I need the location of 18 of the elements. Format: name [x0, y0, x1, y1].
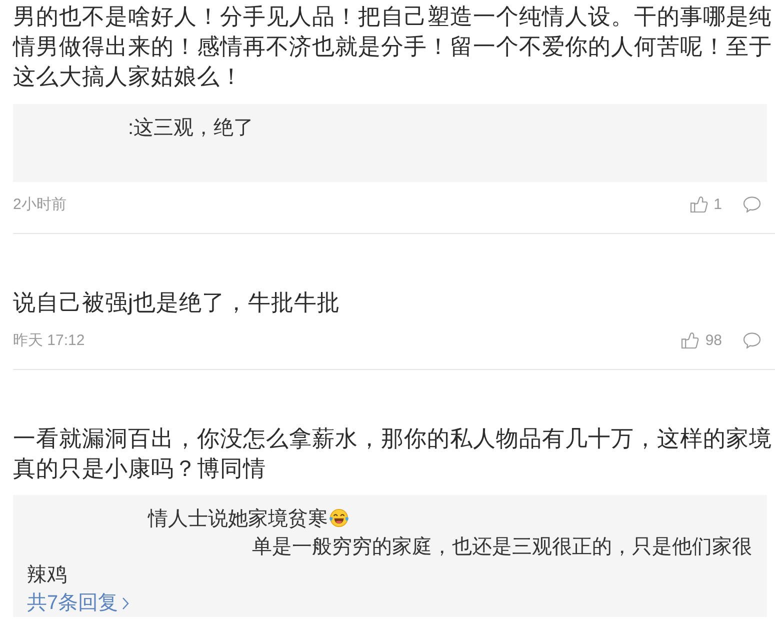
comment-time: 2小时前	[13, 194, 66, 214]
comment-text: 男的也不是啥好人！分手见人品！把自己塑造一个纯情人设。干的事哪是纯情男做得出来的！感情再不济也就是分手！留一个不爱你的人何苦呢！至于这么大搞人家姑娘么！	[13, 3, 773, 91]
thumbs-up-icon	[690, 196, 708, 212]
reply-text: :这三观，绝了	[128, 117, 254, 139]
comment-text: 一看就漏洞百出，你没怎么拿薪水，那你的私人物品有几十万，这样的家境真的只是小康吗？博同情	[13, 425, 773, 483]
chevron-right-icon	[122, 596, 130, 610]
thumbs-up-icon	[681, 332, 700, 348]
like-button[interactable]: 98	[681, 332, 722, 348]
reply-text: 情人士说她家境贫寒	[148, 508, 328, 530]
comment-button[interactable]	[743, 196, 761, 212]
more-replies-link[interactable]: 共7条回复	[27, 589, 130, 617]
like-button[interactable]: 1	[690, 196, 722, 212]
reply-text: 单是一般穷穷的家庭，也还是三观很正的，只是他们家很辣鸡	[27, 536, 752, 586]
comment-button[interactable]	[743, 332, 761, 348]
comment-time: 昨天 17:12	[13, 330, 85, 350]
speech-bubble-icon	[743, 196, 761, 212]
speech-bubble-icon	[743, 332, 761, 348]
comment-text: 说自己被强j也是绝了，牛批牛批	[13, 289, 342, 317]
